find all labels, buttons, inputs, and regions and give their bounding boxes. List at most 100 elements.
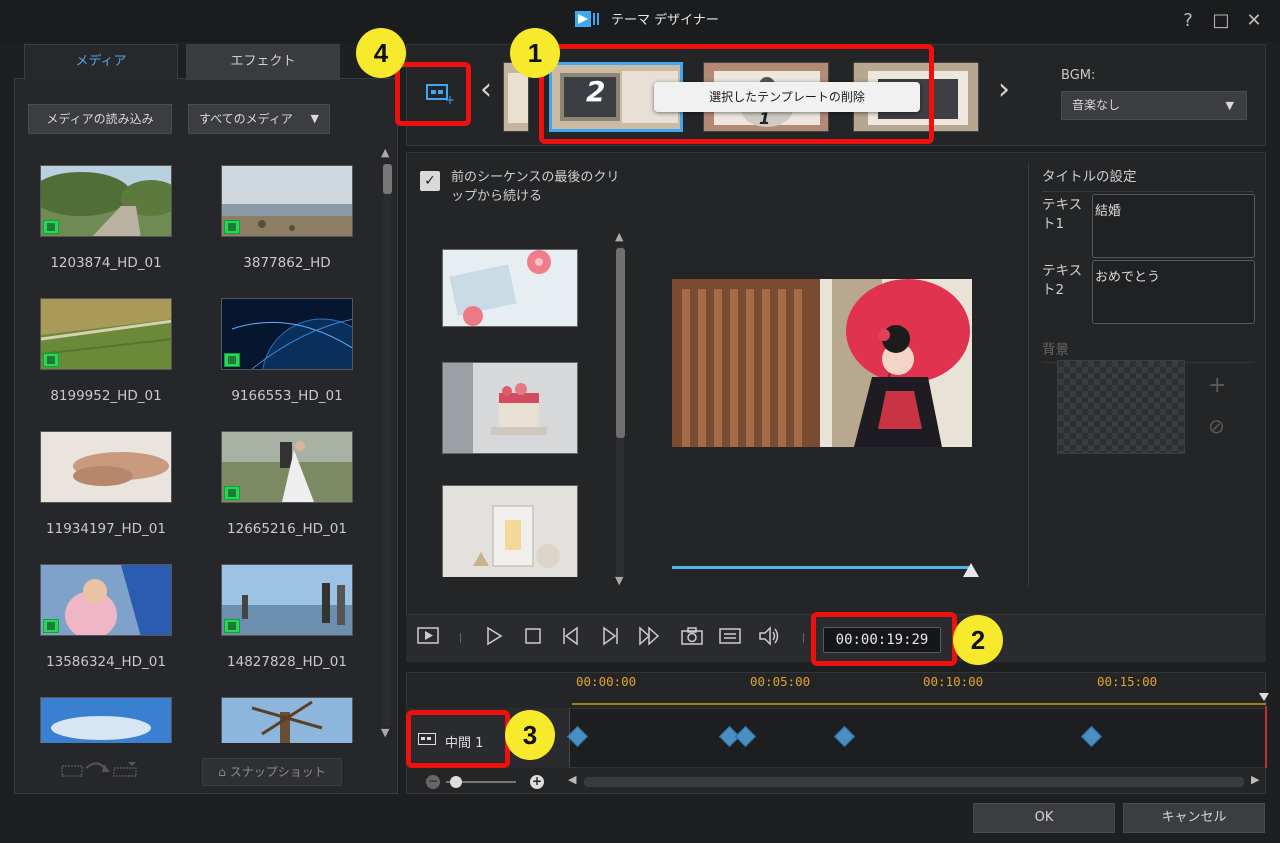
scroll-down-icon[interactable]: ▼ [381, 726, 389, 739]
media-filter-value: すべてのメディア [199, 112, 293, 126]
snapshot-button: ⌂ スナップショット [202, 758, 342, 786]
help-button[interactable]: ? [1176, 10, 1200, 32]
preview-image [672, 279, 972, 447]
chevron-down-icon: ▼ [310, 112, 319, 125]
scroll-up-icon[interactable]: ▲ [615, 230, 623, 243]
window-title: テーマ デザイナー [575, 9, 719, 28]
add-background-icon: + [1208, 373, 1227, 398]
media-thumbnail[interactable] [221, 165, 353, 237]
video-clip-icon [43, 220, 59, 234]
bgm-value: 音楽なし [1072, 98, 1121, 112]
tab-media[interactable]: メディア [24, 44, 178, 80]
video-clip-icon [224, 619, 240, 633]
timeline-tick: 00:00:00 [576, 674, 637, 689]
clip-thumbnail[interactable] [442, 362, 578, 454]
media-thumbnail[interactable] [40, 697, 172, 743]
import-media-button[interactable]: メディアの読み込み [28, 104, 172, 134]
media-scrollbar[interactable]: ▲ ▼ [380, 146, 394, 744]
previous-frame-icon[interactable] [557, 625, 585, 651]
text1-label: テキスト1 [1042, 197, 1083, 232]
chevron-left-icon[interactable]: ‹ [480, 72, 492, 107]
media-thumbnail[interactable] [221, 697, 353, 743]
chevron-down-icon: ▼ [1225, 99, 1234, 112]
media-thumbnail[interactable] [40, 564, 172, 636]
video-clip-icon [224, 220, 240, 234]
preview-progress-bar[interactable] [672, 566, 972, 569]
remove-background-icon: ⊘ [1208, 414, 1225, 438]
camera-icon[interactable] [678, 625, 706, 651]
media-thumbnail[interactable] [40, 431, 172, 503]
scroll-right-icon[interactable]: ▶ [1251, 773, 1259, 786]
video-clip-icon [43, 353, 59, 367]
bgm-label: BGM: [1061, 68, 1096, 83]
swap-media-icon [60, 760, 144, 784]
text2-label: テキスト2 [1042, 263, 1083, 298]
text2-input[interactable]: おめでとう [1092, 260, 1255, 324]
media-name: 1203874_HD_01 [50, 255, 162, 271]
clip-thumbnail[interactable] [442, 249, 578, 327]
media-filter-select[interactable]: すべてのメディア ▼ [188, 104, 330, 134]
callout-badge-3: 3 [505, 710, 555, 760]
window-title-text: テーマ デザイナー [611, 13, 719, 28]
callout-box-2 [811, 612, 957, 666]
video-clip-icon [224, 353, 240, 367]
callout-box-4 [395, 62, 471, 126]
play-icon[interactable] [480, 625, 508, 651]
media-thumbnail[interactable] [40, 165, 172, 237]
scroll-down-icon[interactable]: ▼ [615, 574, 623, 587]
zoom-out-icon[interactable]: − [426, 775, 440, 789]
callout-box-3 [406, 710, 510, 768]
media-name: 12665216_HD_01 [227, 521, 347, 537]
callout-badge-4: 4 [356, 28, 406, 78]
timeline-playhead[interactable] [1265, 706, 1267, 768]
volume-icon[interactable] [755, 625, 783, 651]
zoom-slider-knob[interactable] [450, 776, 462, 788]
zoom-in-icon[interactable]: + [530, 775, 544, 789]
chevron-right-icon[interactable]: › [998, 72, 1010, 107]
timeline-tick: 00:10:00 [923, 674, 984, 689]
background-preview [1057, 360, 1185, 454]
media-name: 14827828_HD_01 [227, 654, 347, 670]
scroll-left-icon[interactable]: ◀ [568, 773, 576, 786]
preview-mode-icon[interactable] [414, 625, 442, 651]
playhead-handle[interactable] [1259, 693, 1269, 701]
media-thumbnail[interactable] [40, 298, 172, 370]
title-settings-heading: タイトルの設定 [1042, 165, 1254, 192]
fast-forward-icon[interactable] [636, 625, 664, 651]
snapshot-label: スナップショット [229, 765, 326, 779]
media-thumbnail[interactable] [221, 431, 353, 503]
scroll-thumb[interactable] [616, 248, 625, 438]
timeline-scrollbar[interactable] [584, 777, 1244, 787]
scroll-thumb[interactable] [383, 164, 392, 194]
subtitle-icon[interactable] [716, 625, 744, 651]
media-thumbnail[interactable] [221, 564, 353, 636]
media-name: 3877862_HD [243, 255, 331, 271]
callout-badge-2: 2 [953, 615, 1003, 665]
stop-icon[interactable] [519, 625, 547, 651]
tab-effect[interactable]: エフェクト [186, 44, 340, 80]
media-thumbnail[interactable] [221, 298, 353, 370]
clips-scrollbar[interactable]: ▲ ▼ [615, 230, 626, 587]
close-button[interactable]: ✕ [1242, 10, 1266, 32]
panel-divider [1028, 162, 1029, 586]
next-frame-icon[interactable] [596, 625, 624, 651]
media-name: 11934197_HD_01 [46, 521, 166, 537]
bgm-select[interactable]: 音楽なし ▼ [1061, 91, 1247, 120]
camera-icon: ⌂ [218, 765, 226, 779]
callout-badge-1: 1 [510, 28, 560, 78]
continue-label: 前のシーケンスの最後のクリップから続ける [451, 170, 620, 204]
text1-input[interactable]: 結婚 [1092, 194, 1255, 258]
continue-checkbox[interactable]: ✓ [420, 171, 440, 191]
scroll-up-icon[interactable]: ▲ [381, 146, 389, 159]
video-clip-icon [43, 619, 59, 633]
maximize-button[interactable]: □ [1209, 10, 1233, 32]
preview-progress-handle[interactable] [963, 563, 979, 577]
media-name: 13586324_HD_01 [46, 654, 166, 670]
callout-box-1 [539, 44, 934, 144]
cancel-button[interactable]: キャンセル [1123, 803, 1265, 833]
timeline-tick: 00:15:00 [1097, 674, 1158, 689]
ok-button[interactable]: OK [973, 803, 1115, 833]
timeline-ruler[interactable] [572, 703, 1266, 705]
app-logo-icon [575, 10, 599, 27]
clip-thumbnail[interactable] [442, 485, 578, 577]
